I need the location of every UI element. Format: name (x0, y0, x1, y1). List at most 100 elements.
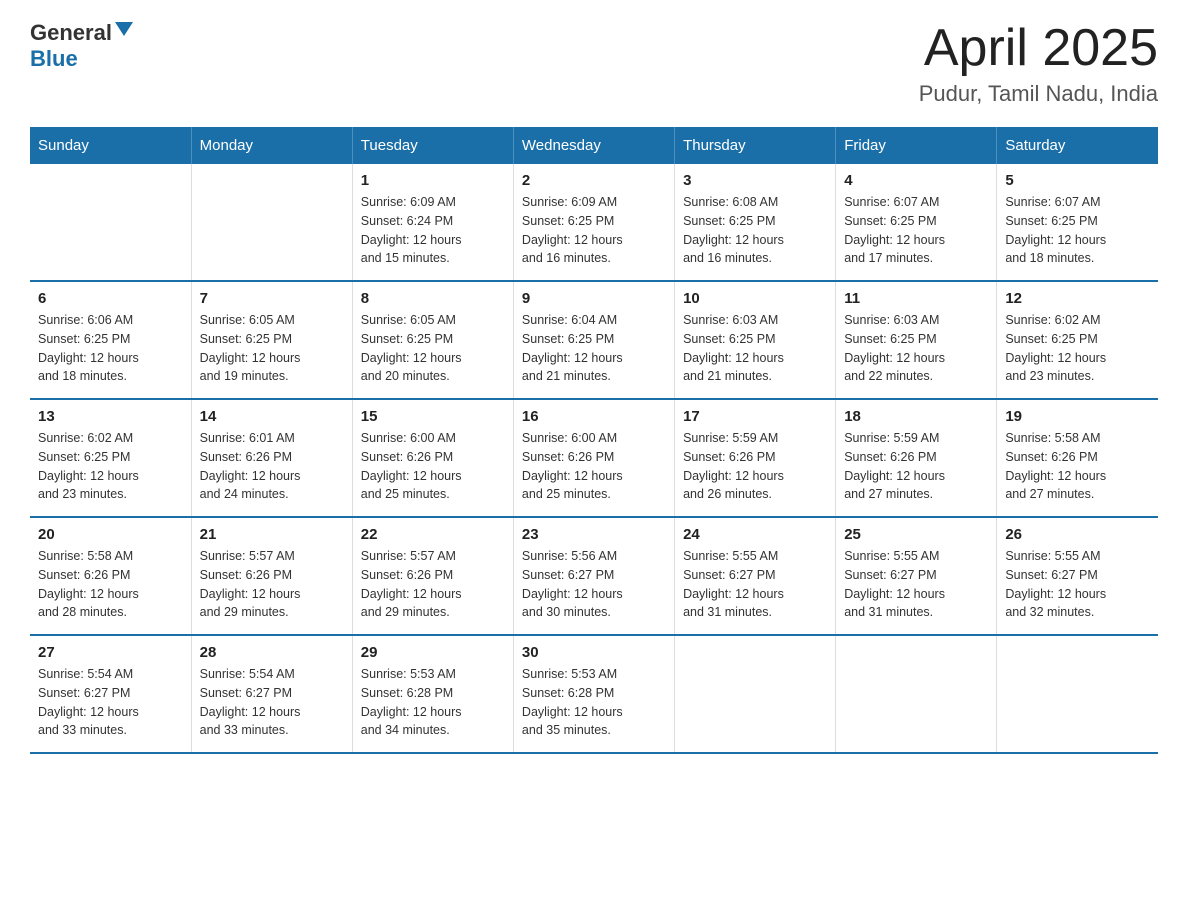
page-header: General Blue April 2025 Pudur, Tamil Nad… (30, 20, 1158, 107)
calendar-table: SundayMondayTuesdayWednesdayThursdayFrid… (30, 127, 1158, 754)
page-title: April 2025 (919, 20, 1158, 77)
calendar-cell: 23 Sunrise: 5:56 AMSunset: 6:27 PMDayligh… (513, 517, 674, 635)
day-number: 12 (1005, 290, 1150, 307)
calendar-cell: 10 Sunrise: 6:03 AMSunset: 6:25 PMDayligh… (675, 281, 836, 399)
day-info: Sunrise: 6:03 AMSunset: 6:25 PMDaylight:… (683, 311, 827, 386)
day-info: Sunrise: 6:07 AMSunset: 6:25 PMDaylight:… (1005, 193, 1150, 268)
day-number: 3 (683, 172, 827, 189)
logo-arrow-icon (115, 22, 133, 41)
calendar-cell (997, 635, 1158, 753)
calendar-cell: 26 Sunrise: 5:55 AMSunset: 6:27 PMDayligh… (997, 517, 1158, 635)
calendar-cell: 9Sunrise: 6:04 AMSunset: 6:25 PMDaylight… (513, 281, 674, 399)
day-number: 23 (522, 526, 666, 543)
calendar-cell: 24 Sunrise: 5:55 AMSunset: 6:27 PMDayligh… (675, 517, 836, 635)
day-number: 10 (683, 290, 827, 307)
page-subtitle: Pudur, Tamil Nadu, India (919, 81, 1158, 107)
day-info: Sunrise: 5:59 AMSunset: 6:26 PMDaylight:… (683, 429, 827, 504)
calendar-cell: 2 Sunrise: 6:09 AMSunset: 6:25 PMDaylight… (513, 164, 674, 281)
weekday-header-thursday: Thursday (675, 127, 836, 164)
calendar-body: 1 Sunrise: 6:09 AMSunset: 6:24 PMDaylight… (30, 164, 1158, 753)
day-info: Sunrise: 6:09 AMSunset: 6:25 PMDaylight:… (522, 193, 666, 268)
weekday-header-sunday: Sunday (30, 127, 191, 164)
day-info: Sunrise: 6:00 AMSunset: 6:26 PMDaylight:… (522, 429, 666, 504)
week-row-5: 27 Sunrise: 5:54 AMSunset: 6:27 PMDayligh… (30, 635, 1158, 753)
day-number: 26 (1005, 526, 1150, 543)
day-info: Sunrise: 5:54 AMSunset: 6:27 PMDaylight:… (38, 665, 183, 740)
day-info: Sunrise: 5:55 AMSunset: 6:27 PMDaylight:… (844, 547, 988, 622)
logo-blue: Blue (30, 46, 78, 72)
logo-general: General (30, 20, 112, 46)
day-number: 24 (683, 526, 827, 543)
calendar-cell: 6Sunrise: 6:06 AMSunset: 6:25 PMDaylight… (30, 281, 191, 399)
day-info: Sunrise: 5:58 AMSunset: 6:26 PMDaylight:… (38, 547, 183, 622)
weekday-header-monday: Monday (191, 127, 352, 164)
calendar-cell: 22 Sunrise: 5:57 AMSunset: 6:26 PMDayligh… (352, 517, 513, 635)
day-info: Sunrise: 6:05 AMSunset: 6:25 PMDaylight:… (200, 311, 344, 386)
day-number: 25 (844, 526, 988, 543)
day-info: Sunrise: 5:55 AMSunset: 6:27 PMDaylight:… (1005, 547, 1150, 622)
day-number: 16 (522, 408, 666, 425)
title-block: April 2025 Pudur, Tamil Nadu, India (919, 20, 1158, 107)
calendar-cell: 11Sunrise: 6:03 AMSunset: 6:25 PMDayligh… (836, 281, 997, 399)
calendar-cell: 17Sunrise: 5:59 AMSunset: 6:26 PMDayligh… (675, 399, 836, 517)
week-row-4: 20 Sunrise: 5:58 AMSunset: 6:26 PMDayligh… (30, 517, 1158, 635)
calendar-header: SundayMondayTuesdayWednesdayThursdayFrid… (30, 127, 1158, 164)
day-info: Sunrise: 6:02 AMSunset: 6:25 PMDaylight:… (38, 429, 183, 504)
calendar-cell (675, 635, 836, 753)
weekday-header-saturday: Saturday (997, 127, 1158, 164)
calendar-cell (30, 164, 191, 281)
day-info: Sunrise: 5:59 AMSunset: 6:26 PMDaylight:… (844, 429, 988, 504)
day-number: 8 (361, 290, 505, 307)
day-number: 13 (38, 408, 183, 425)
day-info: Sunrise: 5:56 AMSunset: 6:27 PMDaylight:… (522, 547, 666, 622)
calendar-cell: 21Sunrise: 5:57 AMSunset: 6:26 PMDayligh… (191, 517, 352, 635)
day-number: 2 (522, 172, 666, 189)
weekday-header-row: SundayMondayTuesdayWednesdayThursdayFrid… (30, 127, 1158, 164)
day-info: Sunrise: 5:57 AMSunset: 6:26 PMDaylight:… (361, 547, 505, 622)
day-info: Sunrise: 6:02 AMSunset: 6:25 PMDaylight:… (1005, 311, 1150, 386)
calendar-cell: 1 Sunrise: 6:09 AMSunset: 6:24 PMDaylight… (352, 164, 513, 281)
weekday-header-wednesday: Wednesday (513, 127, 674, 164)
calendar-cell: 8Sunrise: 6:05 AMSunset: 6:25 PMDaylight… (352, 281, 513, 399)
day-number: 6 (38, 290, 183, 307)
day-info: Sunrise: 6:03 AMSunset: 6:25 PMDaylight:… (844, 311, 988, 386)
calendar-cell (836, 635, 997, 753)
day-number: 7 (200, 290, 344, 307)
day-info: Sunrise: 6:01 AMSunset: 6:26 PMDaylight:… (200, 429, 344, 504)
day-number: 4 (844, 172, 988, 189)
weekday-header-tuesday: Tuesday (352, 127, 513, 164)
calendar-cell: 5 Sunrise: 6:07 AMSunset: 6:25 PMDaylight… (997, 164, 1158, 281)
day-number: 1 (361, 172, 505, 189)
calendar-cell: 19Sunrise: 5:58 AMSunset: 6:26 PMDayligh… (997, 399, 1158, 517)
calendar-cell: 20 Sunrise: 5:58 AMSunset: 6:26 PMDayligh… (30, 517, 191, 635)
day-info: Sunrise: 5:55 AMSunset: 6:27 PMDaylight:… (683, 547, 827, 622)
day-number: 5 (1005, 172, 1150, 189)
day-number: 22 (361, 526, 505, 543)
calendar-cell: 3 Sunrise: 6:08 AMSunset: 6:25 PMDaylight… (675, 164, 836, 281)
day-number: 14 (200, 408, 344, 425)
day-number: 28 (200, 644, 344, 661)
day-number: 27 (38, 644, 183, 661)
calendar-cell: 28Sunrise: 5:54 AMSunset: 6:27 PMDayligh… (191, 635, 352, 753)
day-info: Sunrise: 6:04 AMSunset: 6:25 PMDaylight:… (522, 311, 666, 386)
day-number: 30 (522, 644, 666, 661)
day-number: 20 (38, 526, 183, 543)
calendar-cell (191, 164, 352, 281)
day-info: Sunrise: 5:57 AMSunset: 6:26 PMDaylight:… (200, 547, 344, 622)
calendar-cell: 29Sunrise: 5:53 AMSunset: 6:28 PMDayligh… (352, 635, 513, 753)
calendar-cell: 4Sunrise: 6:07 AMSunset: 6:25 PMDaylight… (836, 164, 997, 281)
calendar-cell: 7 Sunrise: 6:05 AMSunset: 6:25 PMDaylight… (191, 281, 352, 399)
day-number: 18 (844, 408, 988, 425)
day-info: Sunrise: 6:09 AMSunset: 6:24 PMDaylight:… (361, 193, 505, 268)
calendar-cell: 27 Sunrise: 5:54 AMSunset: 6:27 PMDayligh… (30, 635, 191, 753)
day-info: Sunrise: 5:53 AMSunset: 6:28 PMDaylight:… (522, 665, 666, 740)
weekday-header-friday: Friday (836, 127, 997, 164)
day-number: 15 (361, 408, 505, 425)
day-info: Sunrise: 6:08 AMSunset: 6:25 PMDaylight:… (683, 193, 827, 268)
calendar-cell: 18 Sunrise: 5:59 AMSunset: 6:26 PMDayligh… (836, 399, 997, 517)
day-info: Sunrise: 6:00 AMSunset: 6:26 PMDaylight:… (361, 429, 505, 504)
logo: General Blue (30, 20, 133, 72)
day-info: Sunrise: 5:58 AMSunset: 6:26 PMDaylight:… (1005, 429, 1150, 504)
week-row-2: 6Sunrise: 6:06 AMSunset: 6:25 PMDaylight… (30, 281, 1158, 399)
calendar-cell: 16 Sunrise: 6:00 AMSunset: 6:26 PMDayligh… (513, 399, 674, 517)
